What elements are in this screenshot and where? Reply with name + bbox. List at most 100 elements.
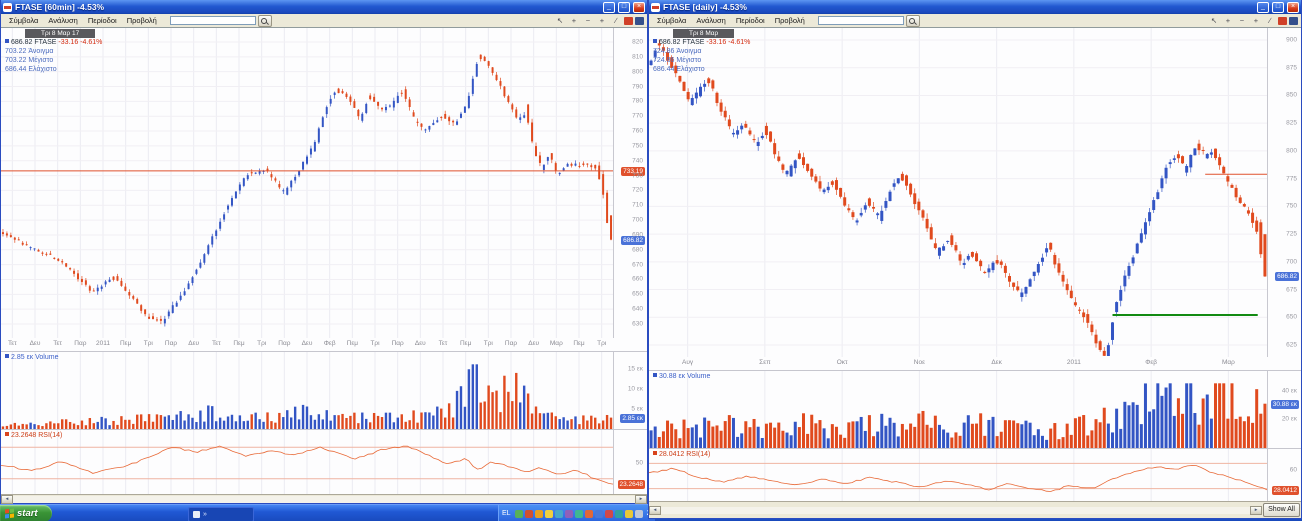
search-go-button[interactable] [906,15,920,27]
y-axis-tick: 750 [632,142,643,149]
minimize-button[interactable]: _ [1257,2,1269,13]
y-axis-tick: 650 [1286,314,1297,321]
save-tool-icon[interactable] [635,17,644,25]
scroll-right-icon[interactable]: ► [1250,506,1262,515]
tray-icon[interactable] [545,510,553,518]
tray-icon[interactable] [635,510,643,518]
maximize-button[interactable]: □ [1272,2,1284,13]
tray-icon[interactable] [565,510,573,518]
menubar: Σύμβολα Ανάλυση Περίοδοι Προβολή ↖ + − +… [649,14,1301,28]
y-axis-tick: 10 εκ [628,386,643,393]
app-icon [651,3,660,12]
menu-view[interactable]: Προβολή [770,16,810,25]
tray-icon[interactable] [535,510,543,518]
y-axis-tick: 5 εκ [631,406,643,413]
window-ftase-60min[interactable]: FTASE [60min] -4.53% _ □ × Σύμβολα Ανάλυ… [0,0,648,504]
tray-icon[interactable] [555,510,563,518]
y-axis-tick: 60 [1290,466,1297,473]
y-axis-tick: 50 [636,460,643,467]
scroll-right-icon[interactable]: ► [635,495,647,504]
zoom-out-tool-icon[interactable]: − [582,16,594,26]
rsi-chart[interactable] [1,430,647,496]
titlebar[interactable]: FTASE [60min] -4.53% _ □ × [1,0,647,14]
volume-chart[interactable] [1,352,647,430]
camera-tool-icon[interactable] [1278,17,1287,25]
y-axis-tick: 650 [632,291,643,298]
tray-icon[interactable] [605,510,613,518]
window-title: FTASE [60min] -4.53% [15,2,600,12]
show-all-button[interactable]: Show All [1263,503,1300,517]
tray-icon[interactable] [515,510,523,518]
volume-chart[interactable] [649,371,1301,449]
menu-periods[interactable]: Περίοδοι [83,16,122,25]
price-chart[interactable] [1,28,647,338]
y-axis-tick: 850 [1286,92,1297,99]
y-axis-tick: 800 [632,68,643,75]
language-indicator[interactable]: EL [502,510,513,517]
price-chart[interactable] [649,28,1301,357]
series-bullet-icon [653,451,657,455]
menu-analysis[interactable]: Ανάλυση [43,16,82,25]
window-icon [193,511,200,518]
menubar: Σύμβολα Ανάλυση Περίοδοι Προβολή ↖ + − +… [1,14,647,28]
scrollbar-track[interactable] [13,496,635,503]
y-axis-tick: 40 εκ [1282,387,1297,394]
pointer-tool-icon[interactable]: ↖ [1208,16,1220,26]
trendline-tool-icon[interactable]: ∕ [1264,16,1276,26]
scroll-left-icon[interactable]: ◄ [1,495,13,504]
rsi-badge: 23.2648 [618,480,646,489]
y-axis-tick: 760 [632,128,643,135]
minimize-button[interactable]: _ [603,2,615,13]
close-button[interactable]: × [1287,2,1299,13]
y-axis-tick: 790 [632,83,643,90]
rsi-legend: 28.0412 RSI(14) [653,450,710,459]
tray-icon[interactable] [585,510,593,518]
system-tray: EL 20:40 [498,505,655,521]
rsi-chart[interactable] [649,449,1301,503]
search-go-button[interactable] [258,15,272,27]
zoom-in-tool-icon[interactable]: + [568,16,580,26]
x-axis-label: Νοε [906,359,932,366]
zoom-out-tool-icon[interactable]: − [1236,16,1248,26]
menu-periods[interactable]: Περίοδοι [731,16,770,25]
y-axis-tick: 820 [632,39,643,46]
close-button[interactable]: × [633,2,645,13]
window-ftase-daily[interactable]: FTASE [daily] -4.53% _ □ × Σύμβολα Ανάλυ… [648,0,1302,519]
zoom-in-tool-icon[interactable]: + [1222,16,1234,26]
titlebar[interactable]: FTASE [daily] -4.53% _ □ × [649,0,1301,14]
volume-legend: 30.88 εκ Volume [653,372,710,381]
crosshair-tool-icon[interactable]: + [596,16,608,26]
start-button[interactable]: start [0,505,52,521]
horizontal-scrollbar[interactable]: ◄ ► Show All [649,501,1301,518]
maximize-button[interactable]: □ [618,2,630,13]
y-axis-tick: 725 [1286,231,1297,238]
x-axis-label: Δεκ [984,359,1010,366]
horizontal-scrollbar[interactable]: ◄ ► [1,494,647,503]
scrollbar-track[interactable] [661,507,1250,514]
taskbar-item[interactable]: » [188,507,254,521]
crosshair-tool-icon[interactable]: + [1250,16,1262,26]
menu-analysis[interactable]: Ανάλυση [691,16,730,25]
tray-icon[interactable] [575,510,583,518]
tray-icon[interactable] [595,510,603,518]
trendline-tool-icon[interactable]: ∕ [610,16,622,26]
y-axis-tick: 675 [1286,286,1297,293]
y-axis-tick: 875 [1286,64,1297,71]
scroll-left-icon[interactable]: ◄ [649,506,661,515]
tray-icon[interactable] [625,510,633,518]
camera-tool-icon[interactable] [624,17,633,25]
save-tool-icon[interactable] [1289,17,1298,25]
menu-symbols[interactable]: Σύμβολα [652,16,691,25]
tray-icon[interactable] [615,510,623,518]
symbol-search-input[interactable] [818,16,904,25]
pointer-tool-icon[interactable]: ↖ [554,16,566,26]
symbol-search-input[interactable] [170,16,256,25]
menu-view[interactable]: Προβολή [122,16,162,25]
y-axis-tick: 780 [632,98,643,105]
series-bullet-icon [653,373,657,377]
y-axis-tick: 660 [632,276,643,283]
y-axis-tick: 770 [632,113,643,120]
y-axis-tick: 690 [632,231,643,238]
menu-symbols[interactable]: Σύμβολα [4,16,43,25]
tray-icon[interactable] [525,510,533,518]
